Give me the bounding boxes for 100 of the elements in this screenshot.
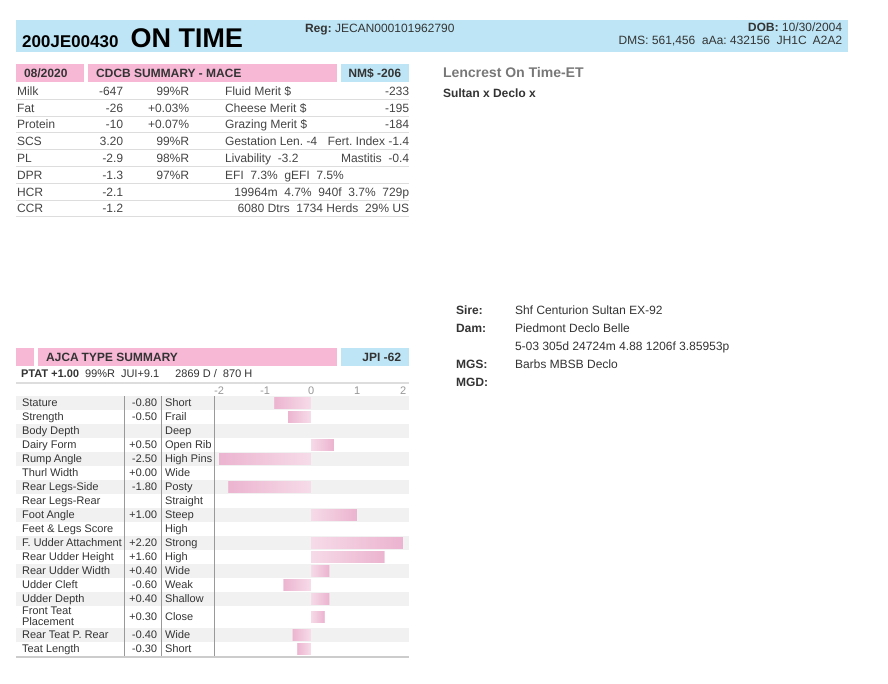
table-cell: +0.40 xyxy=(124,564,161,578)
genetic-codes: DMS: 561,456 aAa: 432156 JH1C A2A2 xyxy=(618,34,842,47)
table-cell-text: HCR xyxy=(17,184,44,199)
table-cell: Fert. Index -1.4 xyxy=(328,134,409,148)
table-cell-text: +0.03% xyxy=(146,100,189,115)
pedigree-summary: Sultan x Declo x xyxy=(443,86,537,100)
table-cell: 6080 Dtrs 1734 Herds 29% US xyxy=(238,201,409,216)
table-cell: -0.40 xyxy=(124,628,161,642)
table-cell: +1.00 xyxy=(124,508,161,522)
registration-text: Reg: JECAN000101962790 xyxy=(304,20,454,37)
table-cell-text: Feet & Legs Score xyxy=(21,522,114,536)
table-cell: Strong xyxy=(161,536,214,550)
pedigree-value: Shf Centurion Sultan EX-92 xyxy=(515,303,664,317)
table-cell-text: Cheese Merit $ xyxy=(224,100,308,115)
table-cell: Wide xyxy=(161,564,214,578)
header-swatch xyxy=(16,348,34,366)
table-cell: -1.80 xyxy=(124,480,161,494)
table-cell-text: Protein xyxy=(17,117,56,132)
table-cell-text: Rear Legs-Rear xyxy=(21,494,102,508)
table-cell-text: SCS xyxy=(17,134,43,148)
table-cell: Steep xyxy=(161,508,214,522)
scale-label: 2 xyxy=(400,385,406,398)
bar xyxy=(292,629,311,642)
table-cell-text: Body Depth xyxy=(21,424,80,438)
table-cell: Deep xyxy=(161,424,214,438)
table-cell-text: CCR xyxy=(17,201,44,216)
table-cell-text: EFI 7.3% gEFI 7.5% xyxy=(224,168,345,182)
bar xyxy=(288,411,311,424)
table-cell: Short xyxy=(161,396,214,410)
pedigree-value: Piedmont Declo Belle xyxy=(515,321,631,335)
table-cell-text: Milk xyxy=(17,84,40,98)
table-cell-text: -1.3 xyxy=(101,168,123,182)
pedigree-label: Sire: xyxy=(456,303,484,317)
summary-date: 08/2020 xyxy=(16,64,84,82)
table-cell: -184 xyxy=(384,117,409,132)
bar xyxy=(311,439,334,452)
table-cell-text: Strength xyxy=(21,410,65,424)
bar xyxy=(311,611,325,624)
table-cell-text: Foot Angle xyxy=(21,508,76,522)
summary-title: AJCA TYPE SUMMARY xyxy=(38,348,337,366)
table-cell: +2.20 xyxy=(124,536,161,550)
table-cell: Posty xyxy=(161,480,214,494)
scale-label: -1 xyxy=(260,385,270,398)
table-cell-text: Fat xyxy=(17,100,36,115)
reliability: 99%R xyxy=(84,368,115,380)
table-cell-text: Rear Udder Height xyxy=(21,550,115,564)
bar xyxy=(311,565,330,578)
table-cell-text: Fluid Merit $ xyxy=(224,84,292,98)
table-cell-text: PL xyxy=(17,151,33,166)
table-cell-text: +0.07% xyxy=(146,117,189,132)
full-name: Lencrest On Time-ET xyxy=(443,64,585,80)
table-cell-text: Rear Teat P. Rear xyxy=(21,628,110,642)
table-cell-text: -26 xyxy=(104,100,123,115)
table-cell: -0.30 xyxy=(124,642,161,656)
bar xyxy=(311,593,330,606)
table-cell-text: Livability -3.2 xyxy=(224,151,300,166)
pedigree-value: Barbs MBSB Declo xyxy=(515,357,619,371)
table-cell-text: -10 xyxy=(104,117,123,132)
ptat-score: PTAT +1.00 xyxy=(21,368,79,380)
table-cell-text: Front Teat Placement xyxy=(21,606,75,628)
lactation-record: 5-03 305d 24724m 4.88 1206f 3.85953p xyxy=(515,339,730,353)
table-cell-text: -1.2 xyxy=(101,201,123,216)
table-cell-text: Teat Length xyxy=(21,642,80,656)
table-cell-text: DPR xyxy=(17,168,44,182)
pedigree-label: MGD: xyxy=(456,375,489,389)
bar xyxy=(283,579,311,592)
table-cell-text: -2.9 xyxy=(101,151,123,166)
table-cell-text: 98%R xyxy=(155,151,189,166)
jui-score: JUI+9.1 xyxy=(120,368,160,380)
table-cell-text: 3.20 xyxy=(98,134,123,148)
table-cell: 19964m 4.7% 940f 3.7% 729p xyxy=(234,184,409,199)
table-cell-text: Thurl Width xyxy=(21,466,80,480)
scale-label: 1 xyxy=(354,385,360,398)
table-cell-text: Udder Cleft xyxy=(21,578,79,592)
table-cell-text: 99%R xyxy=(155,84,189,98)
daughter-count: 2869 D / 870 H xyxy=(174,368,252,380)
table-cell-text: F. Udder Attachment xyxy=(21,536,123,550)
table-cell-text: -647 xyxy=(98,84,123,98)
table-cell-text: Gestation Len. -4 xyxy=(224,134,318,148)
table-cell: -233 xyxy=(384,84,409,98)
registration-number: 200JE00430 xyxy=(22,32,118,52)
index-badge: JPI -62 xyxy=(341,348,409,366)
table-cell: High Pins xyxy=(161,452,214,466)
summary-title: CDCB SUMMARY - MACE xyxy=(88,64,337,82)
pedigree-label: MGS: xyxy=(456,357,488,371)
table-cell: Shallow xyxy=(161,592,214,606)
table-cell-text: Stature xyxy=(21,396,58,410)
table-cell-text: Rear Legs-Side xyxy=(21,480,100,494)
table-cell-text: Rump Angle xyxy=(21,452,83,466)
pedigree-label: Dam: xyxy=(456,321,488,335)
table-cell-text: Grazing Merit $ xyxy=(224,117,308,132)
scale-label: 0 xyxy=(308,385,314,398)
table-cell-text: 97%R xyxy=(155,168,189,182)
birth-date: DOB: 10/30/2004 xyxy=(748,21,842,34)
table-cell-text: Dairy Form xyxy=(21,438,78,452)
table-cell: Short xyxy=(161,642,214,656)
table-cell: Mastitis -0.4 xyxy=(340,151,409,166)
table-cell-text: Rear Udder Width xyxy=(21,564,112,578)
table-cell: -0.80 xyxy=(124,396,161,410)
bar xyxy=(297,643,311,656)
